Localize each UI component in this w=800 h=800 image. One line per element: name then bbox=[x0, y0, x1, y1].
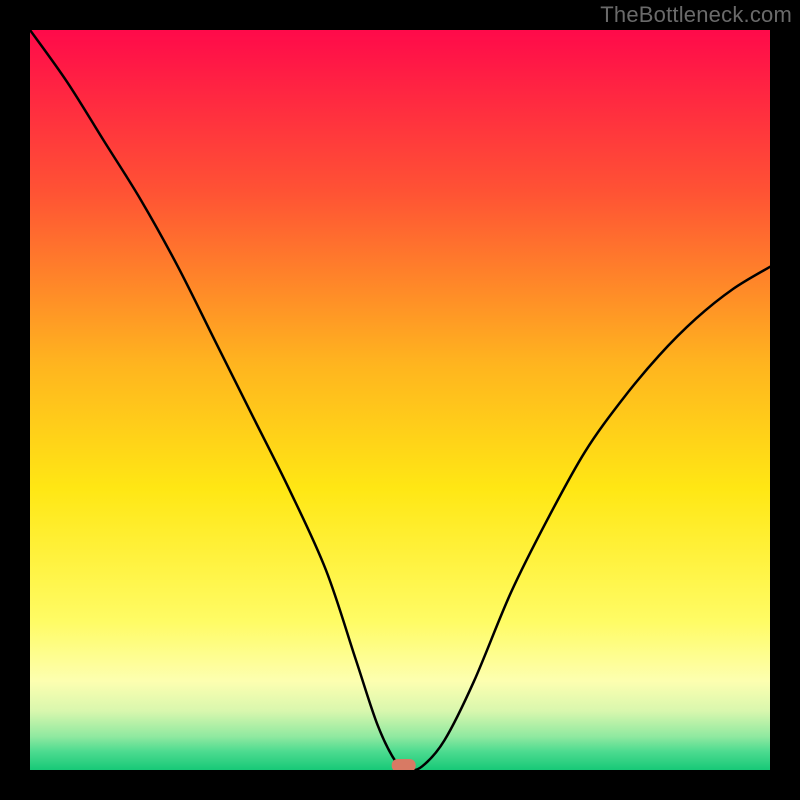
plot-area bbox=[30, 30, 770, 770]
gradient-background bbox=[30, 30, 770, 770]
watermark-text: TheBottleneck.com bbox=[600, 2, 792, 28]
chart-frame: TheBottleneck.com bbox=[0, 0, 800, 800]
optimal-marker bbox=[392, 759, 416, 770]
chart-svg bbox=[30, 30, 770, 770]
